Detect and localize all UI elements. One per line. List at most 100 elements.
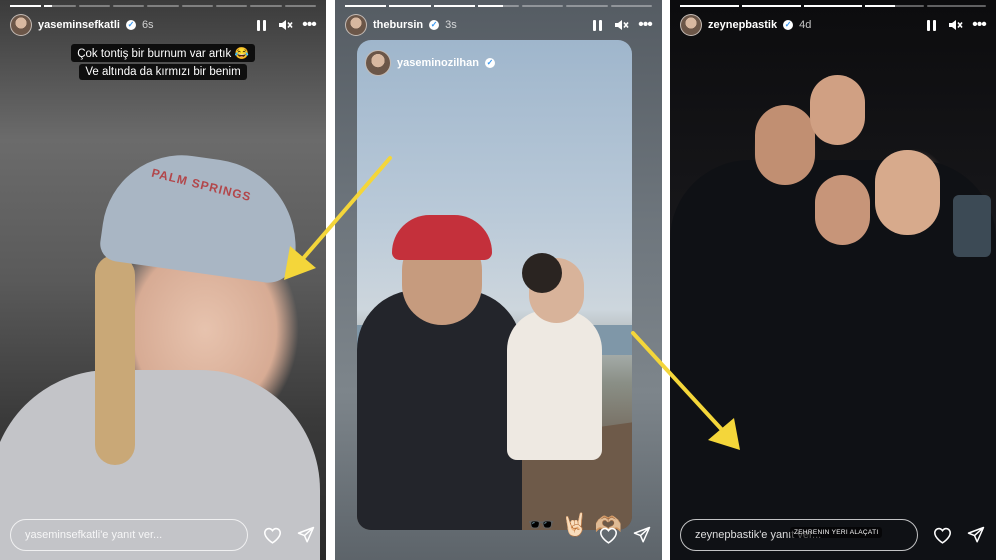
progress-segment — [345, 5, 387, 7]
progress-fill — [10, 5, 42, 7]
verified-badge-icon: ✓ — [125, 20, 136, 30]
story-header: zeynepbastik ✓ 4d ••• — [680, 12, 988, 38]
progress-segment — [181, 5, 213, 7]
more-options-button[interactable]: ••• — [636, 16, 654, 34]
story-progress-bar — [10, 5, 316, 7]
story-panel-zeynepbastik[interactable]: zeynepbastik ✓ 4d ••• ZEHRENIN YERI ALAÇ… — [670, 0, 996, 560]
progress-fill — [477, 5, 503, 7]
more-dots-icon: ••• — [972, 16, 987, 33]
verified-badge-icon: ✓ — [783, 20, 794, 30]
progress-segment — [215, 5, 248, 7]
progress-fill — [433, 5, 475, 7]
progress-segment — [78, 5, 110, 7]
photo-face-shape — [810, 75, 865, 145]
speaker-muted-icon — [278, 20, 293, 30]
progress-segment — [610, 5, 652, 7]
story-footer: yaseminsefkatli'e yanıt ver... — [10, 518, 316, 552]
like-button[interactable] — [598, 525, 618, 545]
photo-face-shape — [875, 150, 940, 235]
progress-fill — [345, 5, 387, 7]
avatar[interactable] — [345, 14, 367, 36]
story-header: thebursin ✓ 3s ••• — [345, 12, 654, 38]
progress-segment — [803, 5, 863, 7]
photo-man-shape — [357, 290, 522, 530]
avatar[interactable] — [680, 14, 702, 36]
progress-fill — [741, 5, 801, 7]
story-timestamp: 4d — [799, 19, 812, 31]
progress-segment — [433, 5, 475, 7]
story-progress-bar — [345, 5, 652, 7]
caption-line: Çok tontiş bir burnum var artık 😂 — [71, 44, 255, 62]
progress-segment — [927, 5, 986, 7]
pause-icon — [926, 19, 936, 31]
progress-segment — [477, 5, 520, 7]
progress-segment — [44, 5, 76, 7]
progress-segment — [250, 5, 282, 7]
mute-button[interactable] — [946, 16, 964, 34]
progress-segment — [147, 5, 179, 7]
progress-fill — [803, 5, 863, 7]
pause-button[interactable] — [588, 16, 606, 34]
story-timestamp: 6s — [141, 19, 154, 31]
story-username[interactable]: thebursin — [373, 19, 423, 31]
verified-badge-icon: ✓ — [429, 20, 440, 30]
story-caption: Çok tontiş bir burnum var artık 😂 Ve alt… — [0, 44, 326, 80]
progress-segment — [865, 5, 925, 7]
story-header: yaseminsefkatli ✓ 6s ••• — [10, 12, 318, 38]
photo-woman-shape — [507, 310, 602, 460]
story-progress-bar — [680, 5, 986, 7]
pause-button[interactable] — [252, 16, 270, 34]
more-dots-icon: ••• — [638, 16, 653, 33]
send-icon — [967, 526, 985, 543]
progress-fill — [680, 5, 739, 7]
heart-icon — [263, 527, 281, 544]
progress-fill — [389, 5, 431, 7]
progress-fill — [44, 5, 53, 7]
heart-icon — [599, 527, 617, 544]
more-dots-icon: ••• — [302, 16, 317, 33]
more-options-button[interactable]: ••• — [300, 16, 318, 34]
send-icon — [633, 526, 651, 543]
repost-attribution[interactable]: yaseminozilhan ✓ — [365, 50, 495, 76]
send-icon — [297, 526, 315, 543]
mute-button[interactable] — [612, 16, 630, 34]
reply-input[interactable]: yaseminsefkatli'e yanıt ver... — [10, 519, 248, 551]
photo-red-cap-shape — [392, 215, 492, 260]
mute-button[interactable] — [276, 16, 294, 34]
progress-segment — [284, 5, 316, 7]
reposted-photo-card[interactable] — [357, 40, 632, 530]
story-footer — [345, 518, 652, 552]
progress-segment — [566, 5, 608, 7]
story-panel-yaseminsefkatli[interactable]: PALM SPRINGS yaseminsefkatli ✓ 6s ••• Ço… — [0, 0, 326, 560]
heart-icon — [933, 527, 951, 544]
story-username[interactable]: zeynepbastik — [708, 19, 777, 31]
like-button[interactable] — [262, 525, 282, 545]
repost-username: yaseminozilhan — [397, 57, 479, 69]
send-button[interactable] — [966, 525, 986, 545]
pause-icon — [256, 19, 266, 31]
progress-fill — [865, 5, 895, 7]
send-button[interactable] — [296, 525, 316, 545]
location-sticker[interactable]: ZEHRENIN YERI ALAÇATI — [790, 527, 883, 538]
caption-line: Ve altında da kırmızı bir benim — [79, 64, 247, 80]
like-button[interactable] — [932, 525, 952, 545]
more-options-button[interactable]: ••• — [970, 16, 988, 34]
avatar[interactable] — [10, 14, 32, 36]
photo-phone-shape — [953, 195, 991, 257]
progress-segment — [10, 5, 42, 7]
photo-hair-shape — [95, 255, 135, 465]
pause-button[interactable] — [922, 16, 940, 34]
progress-segment — [522, 5, 564, 7]
pause-icon — [592, 19, 602, 31]
story-username[interactable]: yaseminsefkatli — [38, 19, 120, 31]
progress-segment — [741, 5, 801, 7]
progress-segment — [112, 5, 145, 7]
photo-face-shape — [755, 105, 815, 185]
send-button[interactable] — [632, 525, 652, 545]
repost-avatar — [365, 50, 391, 76]
verified-badge-icon: ✓ — [484, 58, 495, 68]
progress-segment — [389, 5, 431, 7]
photo-woman-hair-shape — [522, 253, 562, 293]
story-panel-thebursin[interactable]: thebursin ✓ 3s ••• yaseminozilhan ✓ 🕶️ 🤘… — [335, 0, 662, 560]
photo-face-shape — [815, 175, 870, 245]
